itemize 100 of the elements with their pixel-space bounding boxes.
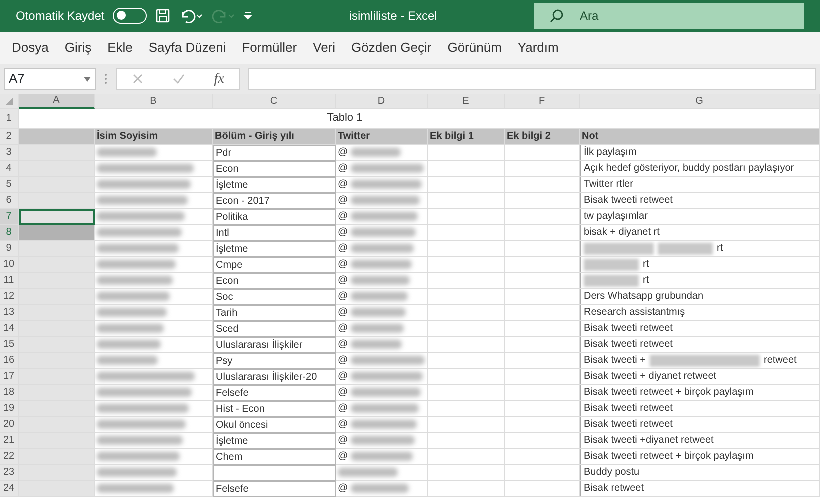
menu-tab[interactable]: Sayfa Düzeni [140,38,234,58]
row-header[interactable]: 24 [0,481,19,497]
table-cell-text: @ [338,450,348,464]
row-header[interactable]: 21 [0,433,19,449]
row-header[interactable]: 8 [0,225,19,241]
row-header[interactable]: 13 [0,305,19,321]
table-cell-text: rt [643,258,650,272]
table-cell-text: Ders Whatsapp grubundan [584,290,704,304]
column-header[interactable]: C [213,94,336,109]
table-cell[interactable] [19,337,95,353]
table-cell[interactable] [19,417,95,433]
row-header[interactable]: 9 [0,241,19,257]
save-icon[interactable] [154,8,171,24]
column-heading: Ek bilgi 1 [428,129,505,145]
table-cell[interactable] [19,369,95,385]
row-header[interactable]: 4 [0,161,19,177]
row-header[interactable]: 7 [0,209,19,225]
menu-tab[interactable]: Dosya [4,38,57,58]
table-cell[interactable] [19,225,95,241]
confirm-icon[interactable] [172,73,185,85]
table-cell[interactable] [19,385,95,401]
table-cell-text: Bisak tweeti retweet [584,418,673,432]
blurred-text [658,242,713,254]
customize-icon[interactable] [242,11,253,21]
row-header[interactable]: 14 [0,321,19,337]
row-header[interactable]: 2 [0,129,19,145]
table-cell-text: Econ - 2017 [216,194,270,208]
row-header[interactable]: 10 [0,257,19,273]
menu-tab[interactable]: Veri [305,38,344,58]
autosave-toggle[interactable] [112,8,147,24]
table-cell[interactable] [19,289,95,305]
table-cell-text: @ [338,354,348,368]
table-cell[interactable] [19,193,95,209]
formula-input[interactable] [248,68,816,90]
row-header[interactable]: 12 [0,289,19,305]
active-cell[interactable] [19,209,95,225]
table-cell-text: Bisak tweeti retweet [584,402,673,416]
table-cell[interactable] [19,273,95,289]
column-header[interactable]: F [505,94,580,109]
row-header[interactable]: 15 [0,337,19,353]
insert-function-button[interactable]: fx [214,68,224,90]
row-header[interactable]: 20 [0,417,19,433]
name-box[interactable]: A7 [4,68,96,90]
cancel-icon[interactable] [132,73,144,85]
column-header[interactable]: A [19,94,95,109]
row-header[interactable]: 16 [0,353,19,369]
table-cell[interactable] [19,433,95,449]
row-header[interactable]: 19 [0,401,19,417]
column-header[interactable]: D [336,94,428,109]
row-header[interactable]: 22 [0,449,19,465]
column-header[interactable]: B [95,94,213,109]
row-header[interactable]: 5 [0,177,19,193]
dropdown-icon[interactable] [84,76,91,82]
row-header[interactable]: 1 [0,109,19,129]
table-cell[interactable] [19,401,95,417]
table-cell-text: Econ [216,274,239,288]
table-cell[interactable] [19,321,95,337]
menu-tab[interactable]: Ekle [100,38,141,58]
table-cell[interactable] [19,177,95,193]
table-cell[interactable] [19,241,95,257]
menu-tab[interactable]: Giriş [56,38,100,58]
search-field[interactable]: Ara [534,3,804,29]
select-all-corner[interactable] [0,94,19,109]
select-all-icon[interactable] [6,98,12,104]
table-cell[interactable] [19,145,95,161]
row-header[interactable]: 6 [0,193,19,209]
table-cell: Uluslararası İlişkiler [216,338,303,352]
table-cell-text: @ [338,322,348,336]
table-cell[interactable] [19,257,95,273]
row-header[interactable]: 11 [0,273,19,289]
row-header[interactable]: 23 [0,465,19,481]
table-cell: Uluslararası İlişkiler-20 [216,370,318,384]
row-header[interactable]: 3 [0,145,19,161]
menu-tab[interactable]: Görünüm [440,38,510,58]
menu-tab[interactable]: Yardım [510,38,567,58]
table-cell[interactable] [19,353,95,369]
table-cell[interactable] [19,305,95,321]
table-cell-text: Bisak tweeti + diyanet retweet [584,370,717,384]
table-cell-text: Bisak tweeti retweet + birçok paylaşım [584,450,754,464]
column-header[interactable]: E [428,94,505,109]
table-cell[interactable] [19,449,95,465]
search-icon [550,9,564,23]
blurred-text [584,242,654,254]
table-cell[interactable] [19,161,95,177]
table-cell-text: Buddy postu [584,466,640,480]
table-cell-text: Econ [216,162,239,176]
table-cell-text: Bisak tweeti retweet [584,194,673,208]
column-header[interactable]: G [580,94,820,109]
table-cell[interactable] [19,481,95,497]
row-header[interactable]: 18 [0,385,19,401]
table-cell-text: Twitter rtler [584,178,634,192]
table-cell-text: Bisak tweeti +diyanet retweet [584,434,714,448]
table-cell-text: Research assistantmış [584,306,686,320]
menu-tab[interactable]: Formüller [234,38,306,58]
table-cell-text: @ [338,162,348,176]
table-cell-text: Bisak tweeti retweet [584,338,673,352]
table-cell[interactable] [19,465,95,481]
menu-tab[interactable]: Gözden Geçir [344,38,440,58]
autosave-label: Otomatik Kaydet [16,8,105,25]
row-header[interactable]: 17 [0,369,19,385]
